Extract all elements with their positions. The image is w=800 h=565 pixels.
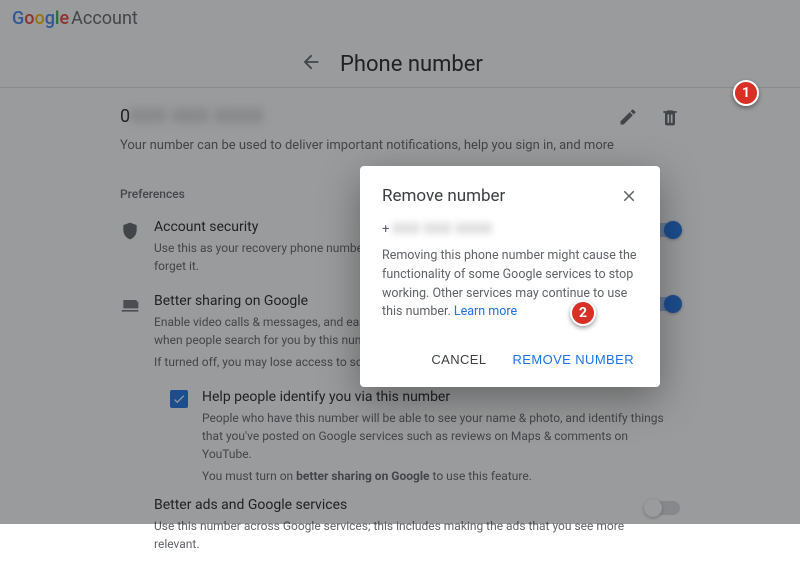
dialog-body: Removing this phone number might cause t… (382, 247, 638, 322)
dialog-title: Remove number (382, 186, 505, 206)
dialog-number: + XXX XXX XXXX (382, 222, 638, 237)
remove-number-dialog: Remove number + XXX XXX XXXX Removing th… (360, 166, 660, 387)
dialog-num-prefix: + (382, 222, 389, 237)
callout-2: 2 (570, 300, 596, 326)
close-icon[interactable] (620, 187, 638, 205)
cancel-button[interactable]: CANCEL (427, 346, 490, 373)
modal-scrim[interactable]: Remove number + XXX XXX XXXX Removing th… (0, 0, 800, 524)
callout-1: 1 (733, 80, 759, 106)
learn-more-link[interactable]: Learn more (454, 304, 517, 319)
remove-number-button[interactable]: REMOVE NUMBER (509, 346, 639, 373)
dialog-num-blurred: XXX XXX XXXX (393, 222, 493, 237)
